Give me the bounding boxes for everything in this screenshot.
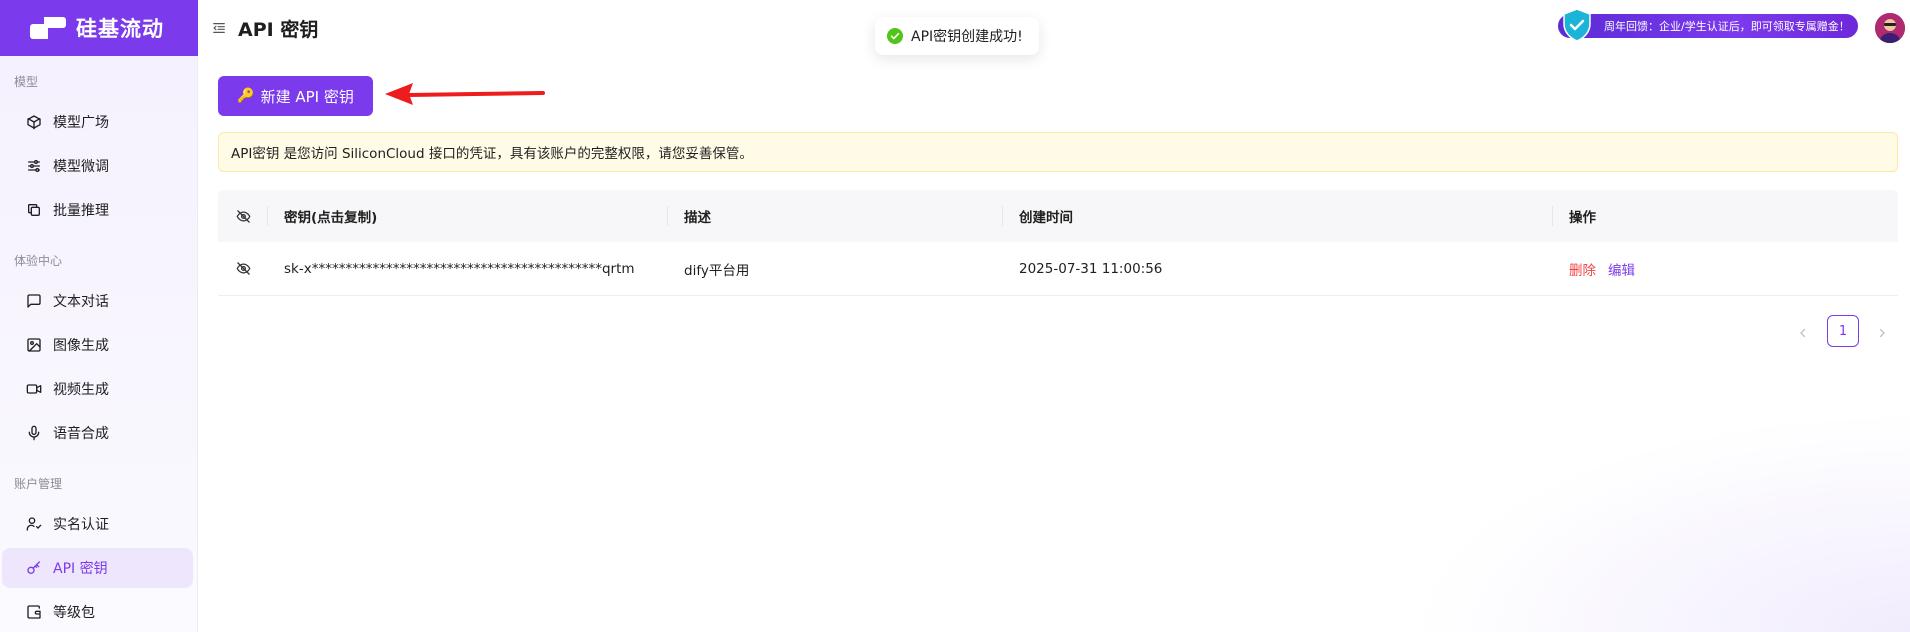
pagination-page-1[interactable]: 1 (1827, 315, 1859, 347)
mic-icon (28, 425, 40, 441)
check-circle-icon (887, 28, 903, 44)
sidebar-item-speech[interactable]: 语音合成 (2, 413, 193, 453)
sidebar-item-batch-inference[interactable]: 批量推理 (2, 190, 193, 230)
api-keys-table: 密钥(点击复制) 描述 创建时间 操作 sk-x****************… (218, 190, 1898, 296)
sidebar-item-label: 模型广场 (53, 115, 109, 131)
sidebar-item-api-keys[interactable]: API 密钥 (2, 548, 193, 588)
avatar-image-icon (1875, 13, 1905, 43)
annotation-arrow-icon (385, 83, 545, 105)
key-emoji-icon: 🔑 (237, 88, 255, 104)
sidebar-item-verification[interactable]: 实名认证 (2, 504, 193, 544)
sidebar-item-image-gen[interactable]: 图像生成 (2, 325, 193, 365)
column-header-actions: 操作 (1569, 210, 1596, 226)
shield-check-icon (1563, 8, 1591, 42)
sliders-icon (28, 160, 40, 172)
sidebar: 硅基流动 模型 模型广场 模型微调 批量推理 体验中心 文本对话 图像生成 视频… (0, 0, 198, 632)
table-header: 密钥(点击复制) 描述 创建时间 操作 (218, 190, 1898, 242)
sidebar-item-label: 实名认证 (53, 517, 109, 533)
nav-group-models: 模型 (14, 75, 39, 89)
promo-text: 周年回馈：企业/学生认证后，即可领取专属赠金！ (1604, 20, 1850, 33)
api-key-notice: API密钥 是您访问 SiliconCloud 接口的凭证，具有该账户的完整权限… (218, 132, 1898, 172)
toggle-all-visibility[interactable] (218, 190, 268, 242)
sidebar-item-label: 批量推理 (53, 203, 109, 219)
table-row: sk-x************************************… (218, 242, 1898, 296)
api-key-description: dify平台用 (684, 262, 750, 279)
user-check-icon (26, 517, 42, 531)
success-toast: API密钥创建成功! (875, 17, 1039, 55)
edit-key-button[interactable]: 编辑 (1608, 259, 1635, 279)
column-header-description: 描述 (668, 190, 1003, 242)
notice-text: API密钥 是您访问 SiliconCloud 接口的凭证，具有该账户的完整权限… (231, 146, 753, 162)
sidebar-item-label: API 密钥 (53, 561, 108, 577)
sidebar-item-label: 等级包 (53, 605, 95, 621)
delete-key-button[interactable]: 删除 (1569, 259, 1596, 279)
row-actions: 删除 编辑 (1553, 242, 1898, 295)
pagination-prev[interactable] (1793, 323, 1813, 343)
sidebar-item-video-gen[interactable]: 视频生成 (2, 369, 193, 409)
cube-icon (27, 115, 41, 130)
eye-off-icon (236, 209, 250, 223)
chat-icon (27, 294, 41, 308)
column-header-created: 创建时间 (1003, 190, 1553, 242)
nav-group-playground: 体验中心 (14, 254, 63, 268)
nav-group-account: 账户管理 (14, 477, 63, 491)
toast-message: API密钥创建成功! (911, 29, 1023, 45)
brand-logo-icon (30, 17, 70, 39)
pagination-next[interactable] (1872, 323, 1892, 343)
api-key-value[interactable]: sk-x************************************… (268, 242, 668, 295)
column-header-key: 密钥(点击复制) (268, 190, 668, 242)
chevron-left-icon (1800, 328, 1806, 338)
page-title: API 密钥 (238, 18, 319, 41)
brand-logo[interactable]: 硅基流动 (0, 0, 198, 56)
create-api-key-label: 新建 API 密钥 (260, 87, 354, 106)
sidebar-item-label: 语音合成 (53, 426, 109, 442)
sidebar-item-model-square[interactable]: 模型广场 (2, 102, 193, 142)
chevron-right-icon (1879, 328, 1885, 338)
wallet-icon (27, 605, 41, 619)
brand-name: 硅基流动 (76, 17, 164, 41)
api-key-created-time: 2025-07-31 11:00:56 (1019, 260, 1163, 277)
sidebar-item-text-chat[interactable]: 文本对话 (2, 281, 193, 321)
sidebar-item-label: 文本对话 (53, 294, 109, 310)
menu-collapse-icon[interactable] (212, 21, 226, 35)
sidebar-item-label: 模型微调 (53, 159, 109, 175)
sidebar-item-label: 视频生成 (53, 382, 109, 398)
key-icon (27, 561, 40, 574)
promo-banner[interactable]: 周年回馈：企业/学生认证后，即可领取专属赠金！ (1558, 8, 1858, 42)
sidebar-item-plans[interactable]: 等级包 (2, 592, 193, 632)
toggle-key-visibility[interactable] (218, 242, 268, 295)
eye-off-icon (236, 262, 250, 275)
create-api-key-button[interactable]: 🔑 新建 API 密钥 (218, 76, 373, 116)
background-glow (1410, 412, 1910, 632)
video-icon (26, 384, 42, 394)
sidebar-item-fine-tune[interactable]: 模型微调 (2, 146, 193, 186)
avatar[interactable] (1875, 13, 1905, 43)
image-icon (27, 338, 41, 352)
sidebar-item-label: 图像生成 (53, 338, 109, 354)
copy-icon (28, 204, 40, 216)
